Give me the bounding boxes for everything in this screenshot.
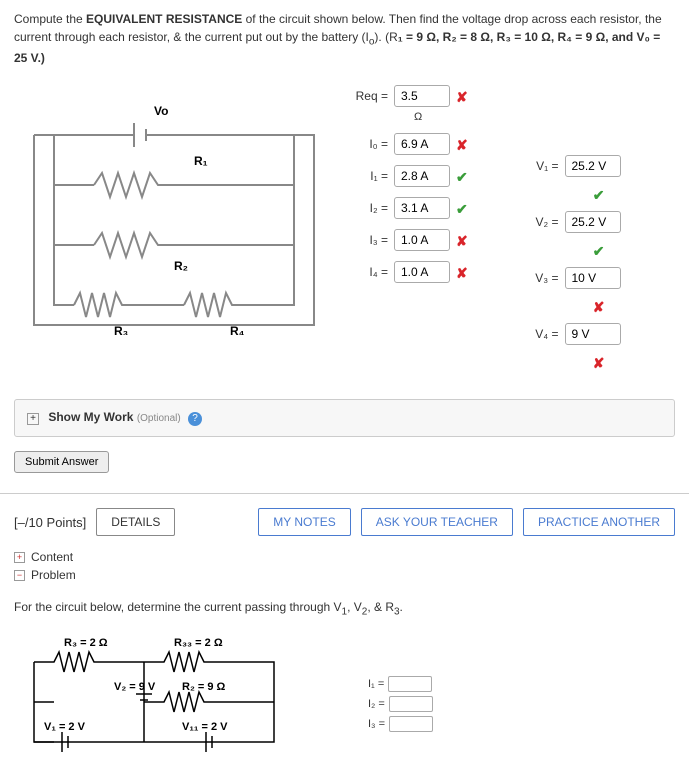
q2-prompt: For the circuit below, determine the cur… — [0, 592, 689, 625]
accordion: +Content −Problem — [0, 544, 689, 592]
ans-io: I₀ =✘ — [354, 133, 505, 155]
ans-v4: V₄ = — [525, 323, 676, 345]
q1-prompt: Compute the EQUIVALENT RESISTANCE of the… — [14, 10, 675, 67]
mark-x-icon: ✘ — [593, 299, 607, 313]
input-i1[interactable] — [394, 165, 450, 187]
mark-x-icon: ✘ — [456, 137, 470, 151]
mark-x-icon: ✘ — [456, 89, 470, 103]
ans-v1: V₁ = — [525, 155, 676, 177]
svg-text:V₁ = 2 V: V₁ = 2 V — [44, 721, 86, 733]
ans-i1: I₁ =✔ — [354, 165, 505, 187]
submit-button[interactable]: Submit Answer — [14, 451, 109, 473]
question-toolbar: [–/10 Points] DETAILS MY NOTES ASK YOUR … — [0, 500, 689, 544]
circuit-diagram-2: R₃ = 2 Ω R₃₃ = 2 Ω V₂ = 9 V R₂ = 9 Ω V₁ … — [14, 632, 354, 762]
unit-ohm: Ω — [410, 111, 505, 123]
minus-icon: − — [14, 570, 25, 581]
input-q2-i3[interactable] — [389, 716, 433, 732]
input-q2-i1[interactable] — [388, 676, 432, 692]
question-1: Compute the EQUIVALENT RESISTANCE of the… — [0, 0, 689, 389]
q2-inputs: I₁ = I₂ = I₃ = — [368, 626, 433, 768]
svg-text:R₂ = 9 Ω: R₂ = 9 Ω — [182, 681, 226, 693]
practice-another-button[interactable]: PRACTICE ANOTHER — [523, 508, 675, 536]
ans-i3: I₃ =✘ — [354, 229, 505, 251]
q1-body: Vo R₁ R₂ R₃ R₄ Req = ✘ Ω I₀ =✘ I₁ =✔ I₂ … — [14, 75, 675, 379]
points-label: [–/10 Points] — [14, 515, 86, 530]
input-i2[interactable] — [394, 197, 450, 219]
mark-check-icon: ✔ — [456, 201, 470, 215]
input-io[interactable] — [394, 133, 450, 155]
svg-text:V₁₁ = 2 V: V₁₁ = 2 V — [182, 721, 228, 733]
input-v1[interactable] — [565, 155, 621, 177]
details-button[interactable]: DETAILS — [96, 508, 175, 536]
input-v2[interactable] — [565, 211, 621, 233]
ans-i2: I₂ =✔ — [354, 197, 505, 219]
label-r2: R₂ — [174, 259, 188, 273]
ans-req: Req = ✘ — [354, 85, 505, 107]
mark-check-icon: ✔ — [593, 243, 607, 257]
answers-right-col: V₁ = ✔ V₂ = ✔ V₃ = ✘ V₄ = ✘ — [525, 75, 676, 379]
ans-q2-i3: I₃ = — [368, 716, 433, 732]
my-notes-button[interactable]: MY NOTES — [258, 508, 350, 536]
ans-v3: V₃ = — [525, 267, 676, 289]
ans-q2-i1: I₁ = — [368, 676, 433, 692]
label-r3: R₃ — [114, 324, 128, 335]
svg-text:R₃₃ = 2 Ω: R₃₃ = 2 Ω — [174, 637, 223, 649]
mark-x-icon: ✘ — [593, 355, 607, 369]
label-r1: R₁ — [194, 154, 208, 168]
ans-v2: V₂ = — [525, 211, 676, 233]
answers-left-col: Req = ✘ Ω I₀ =✘ I₁ =✔ I₂ =✔ I₃ =✘ I₄ =✘ — [354, 75, 505, 379]
input-q2-i2[interactable] — [389, 696, 433, 712]
input-i3[interactable] — [394, 229, 450, 251]
accordion-problem[interactable]: −Problem — [14, 568, 675, 582]
accordion-content[interactable]: +Content — [14, 550, 675, 564]
label-vo: Vo — [154, 104, 168, 118]
mark-check-icon: ✔ — [593, 187, 607, 201]
expand-icon[interactable]: + — [27, 413, 39, 425]
ask-teacher-button[interactable]: ASK YOUR TEACHER — [361, 508, 513, 536]
plus-icon: + — [14, 552, 25, 563]
mark-check-icon: ✔ — [456, 169, 470, 183]
ans-i4: I₄ =✘ — [354, 261, 505, 283]
mark-x-icon: ✘ — [456, 233, 470, 247]
input-v4[interactable] — [565, 323, 621, 345]
help-icon[interactable]: ? — [188, 412, 202, 426]
input-v3[interactable] — [565, 267, 621, 289]
mark-x-icon: ✘ — [456, 265, 470, 279]
svg-text:R₃ = 2 Ω: R₃ = 2 Ω — [64, 637, 108, 649]
input-i4[interactable] — [394, 261, 450, 283]
circuit-diagram-1: Vo R₁ R₂ R₃ R₄ — [14, 75, 334, 335]
input-req[interactable] — [394, 85, 450, 107]
ans-q2-i2: I₂ = — [368, 696, 433, 712]
label-r4: R₄ — [230, 324, 245, 335]
svg-text:V₂ = 9 V: V₂ = 9 V — [114, 681, 156, 693]
show-my-work[interactable]: + Show My Work (Optional) ? — [14, 399, 675, 437]
